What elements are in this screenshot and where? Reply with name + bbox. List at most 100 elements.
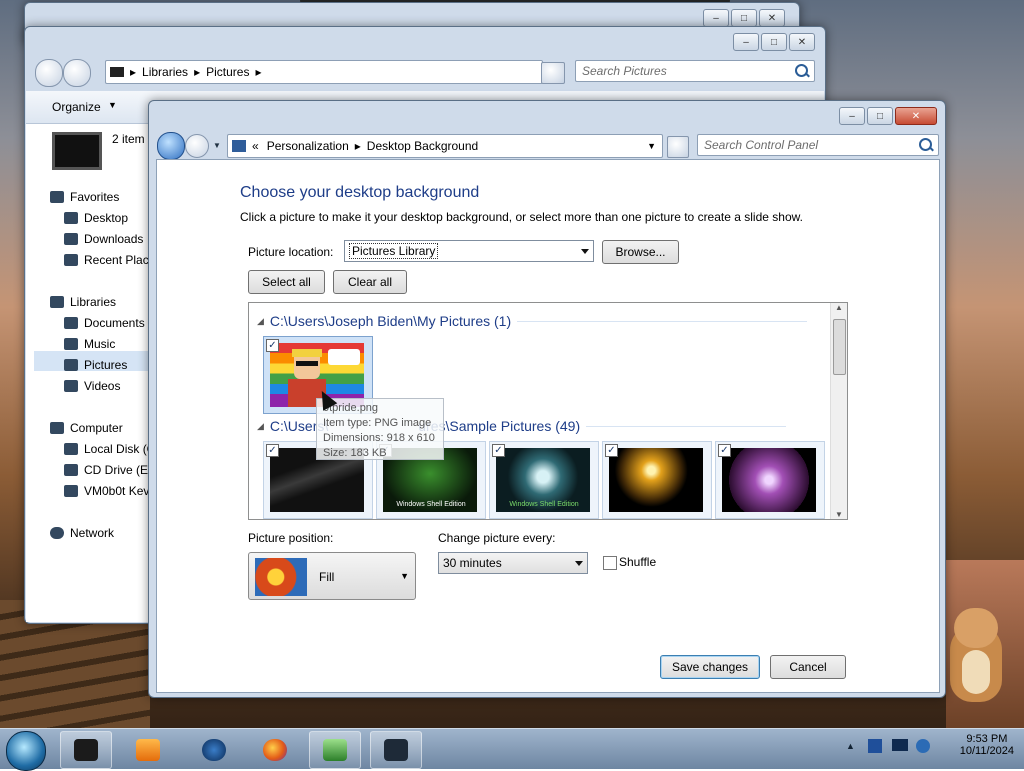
recent-pages-icon[interactable]: ▼: [213, 141, 221, 150]
explorer-icon: [74, 739, 98, 761]
computer-icon: [50, 422, 64, 434]
nav-libraries[interactable]: Libraries: [50, 295, 116, 309]
group-my-pictures[interactable]: ◢ C:\Users\Joseph Biden\My Pictures (1): [257, 313, 808, 329]
cd-drive-icon: [64, 464, 78, 476]
cancel-button[interactable]: Cancel: [770, 655, 846, 679]
downloads-icon: [64, 233, 78, 245]
thumbnail-checkbox[interactable]: ✓: [605, 444, 618, 457]
items-count: 2 item: [112, 132, 145, 146]
nav-favorites[interactable]: Favorites: [50, 190, 119, 204]
search-input[interactable]: Search Pictures: [575, 60, 815, 82]
breadcrumb-personalization[interactable]: Personalization: [267, 139, 349, 153]
clear-all-button[interactable]: Clear all: [333, 270, 407, 294]
nav-pictures[interactable]: Pictures: [64, 358, 127, 372]
thumbnail-sample-5[interactable]: ✓: [715, 441, 825, 519]
nav-cd-drive[interactable]: CD Drive (E:: [64, 463, 151, 477]
tray-volume-icon[interactable]: [916, 739, 930, 753]
taskbar-media-player[interactable]: [122, 731, 174, 769]
nav-vm-drive[interactable]: VM0b0t Kev: [64, 484, 149, 498]
refresh-button[interactable]: [541, 62, 565, 84]
browse-button[interactable]: Browse...: [602, 240, 679, 264]
refresh-button[interactable]: [667, 136, 689, 158]
minimize-button[interactable]: –: [703, 9, 729, 27]
thumbnail-checkbox[interactable]: ✓: [492, 444, 505, 457]
tray-network-icon[interactable]: [868, 739, 882, 753]
address-bar[interactable]: « Personalization ▸ Desktop Background ▼: [227, 134, 663, 158]
thumbnail-sample-3[interactable]: ✓ Windows Shell Edition: [489, 441, 599, 519]
library-thumbnail: [52, 132, 102, 170]
file-tooltip: 0tpride.png Item type: PNG image Dimensi…: [316, 398, 444, 460]
search-icon: [795, 64, 808, 77]
shuffle-label: Shuffle: [619, 555, 657, 569]
nav-desktop[interactable]: Desktop: [64, 211, 128, 225]
breadcrumb-pictures[interactable]: Pictures: [206, 65, 249, 79]
search-placeholder: Search Control Panel: [704, 138, 819, 152]
organize-button[interactable]: Organize: [52, 100, 101, 114]
nav-documents[interactable]: Documents: [64, 316, 145, 330]
thumbnail-sample-4[interactable]: ✓: [602, 441, 712, 519]
library-icon: [50, 296, 64, 308]
window-controls: – □ ✕: [733, 33, 815, 51]
breadcrumb-desktop-background[interactable]: Desktop Background: [367, 139, 478, 153]
taskbar-globe[interactable]: [188, 731, 240, 769]
minimize-button[interactable]: –: [733, 33, 759, 51]
scroll-up-icon[interactable]: ▲: [831, 303, 847, 312]
chevron-down-icon: ▼: [108, 100, 117, 110]
minimize-button[interactable]: –: [839, 107, 865, 125]
save-changes-button[interactable]: Save changes: [660, 655, 760, 679]
change-picture-interval-select[interactable]: 30 minutes: [438, 552, 588, 574]
nav-recent-places[interactable]: Recent Place: [64, 253, 155, 267]
flower-preview-image: [255, 558, 307, 596]
start-button[interactable]: [6, 731, 46, 771]
forward-button[interactable]: [63, 59, 91, 87]
nav-downloads[interactable]: Downloads: [64, 232, 143, 246]
forward-button[interactable]: [185, 134, 209, 158]
thumbnail-caption: Windows Shell Edition: [396, 501, 466, 508]
gallery-scrollbar[interactable]: ▲ ▼: [830, 303, 847, 519]
back-button[interactable]: [35, 59, 63, 87]
media-player-icon: [136, 739, 160, 761]
page-title: Choose your desktop background: [240, 184, 480, 201]
thumbnail-checkbox[interactable]: ✓: [718, 444, 731, 457]
taskbar-app[interactable]: [309, 731, 361, 769]
thumbnail-checkbox[interactable]: ✓: [266, 444, 279, 457]
shuffle-checkbox[interactable]: [603, 556, 617, 570]
select-all-button[interactable]: Select all: [248, 270, 325, 294]
window-controls: – □ ✕: [839, 107, 937, 125]
nav-videos[interactable]: Videos: [64, 379, 120, 393]
chevron-down-icon: [581, 249, 589, 254]
taskbar-explorer[interactable]: [60, 731, 112, 769]
nav-computer[interactable]: Computer: [50, 421, 123, 435]
desktop-background-window[interactable]: – □ ✕ ▼ « Personalization ▸ Desktop Back…: [148, 100, 946, 698]
close-button[interactable]: ✕: [759, 9, 785, 27]
breadcrumb-overflow[interactable]: «: [252, 139, 259, 153]
firefox-icon: [263, 739, 287, 761]
close-button[interactable]: ✕: [895, 107, 937, 125]
search-control-panel-input[interactable]: Search Control Panel: [697, 134, 939, 156]
app-icon: [323, 739, 347, 761]
nav-music[interactable]: Music: [64, 337, 115, 351]
taskbar-firefox[interactable]: [249, 731, 301, 769]
nav-network[interactable]: Network: [50, 526, 114, 540]
page-subtitle: Click a picture to make it your desktop …: [240, 210, 803, 224]
breadcrumb-libraries[interactable]: Libraries: [142, 65, 188, 79]
tray-expand-icon[interactable]: ▲: [846, 741, 855, 751]
disk-icon: [64, 443, 78, 455]
close-button[interactable]: ✕: [789, 33, 815, 51]
nav-local-disk[interactable]: Local Disk (C: [64, 442, 155, 456]
maximize-button[interactable]: □: [867, 107, 893, 125]
back-button[interactable]: [157, 132, 185, 160]
network-drive-icon: [64, 485, 78, 497]
maximize-button[interactable]: □: [731, 9, 757, 27]
maximize-button[interactable]: □: [761, 33, 787, 51]
picture-position-select[interactable]: Fill ▼: [248, 552, 416, 600]
picture-location-select[interactable]: Pictures Library: [344, 240, 594, 262]
taskbar-control-panel[interactable]: [370, 731, 422, 769]
scrollbar-thumb[interactable]: [833, 319, 846, 375]
tray-display-icon[interactable]: [892, 739, 908, 751]
address-bar[interactable]: ▸ Libraries ▸ Pictures ▸: [105, 60, 543, 84]
chevron-down-icon[interactable]: ▼: [647, 141, 656, 151]
clock[interactable]: 9:53 PM 10/11/2024: [960, 733, 1014, 757]
scroll-down-icon[interactable]: ▼: [831, 510, 847, 519]
thumbnail-checkbox[interactable]: ✓: [266, 339, 279, 352]
